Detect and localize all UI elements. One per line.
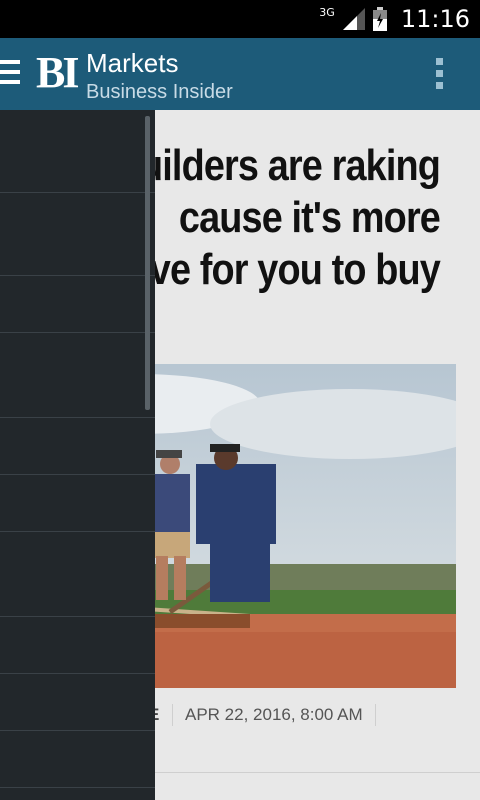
byline-divider (374, 704, 376, 726)
drawer-item[interactable] (0, 418, 155, 475)
bi-logo[interactable]: BI (36, 48, 80, 98)
app-bar: BI Markets Business Insider (0, 38, 480, 110)
signal-icon (342, 8, 365, 30)
status-bar: 3G 11:16 (0, 0, 480, 38)
drawer-item[interactable] (0, 110, 155, 193)
network-type: 3G (319, 5, 335, 19)
drawer-item[interactable] (0, 475, 155, 532)
battery-icon (372, 7, 387, 31)
navigation-drawer[interactable] (0, 110, 155, 800)
drawer-item[interactable] (0, 674, 155, 731)
publish-date: APR 22, 2016, 8:00 AM (185, 705, 363, 724)
app-subtitle: Business Insider (86, 81, 233, 103)
drawer-item[interactable] (0, 532, 155, 617)
app-title: Markets (86, 48, 179, 78)
article-byline: E APR 22, 2016, 8:00 AM (148, 700, 376, 730)
drawer-item[interactable] (0, 193, 155, 276)
overflow-menu-icon[interactable] (436, 58, 444, 92)
drawer-item[interactable] (0, 276, 155, 333)
drawer-item[interactable] (0, 617, 155, 674)
clock: 11:16 (400, 5, 470, 33)
byline-divider (172, 704, 173, 726)
drawer-item[interactable] (0, 333, 155, 418)
drawer-item[interactable] (0, 731, 155, 788)
menu-icon[interactable] (0, 60, 20, 86)
drawer-scrollbar[interactable] (145, 116, 150, 410)
